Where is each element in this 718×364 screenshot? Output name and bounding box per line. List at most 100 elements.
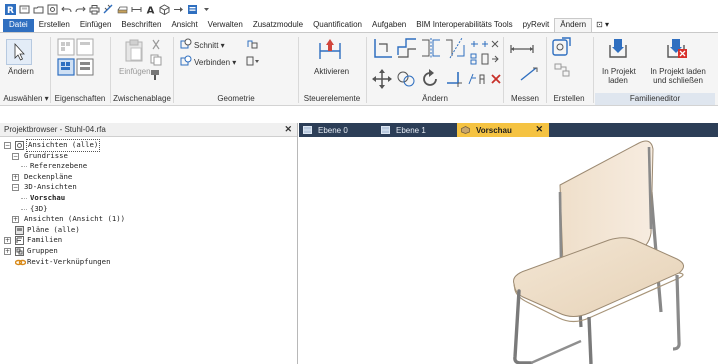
tab-aendern[interactable]: Ändern (554, 18, 593, 32)
aktivieren-button[interactable]: Aktivieren (314, 67, 349, 76)
load-into-project-icon[interactable] (608, 37, 628, 59)
mirror-pick-axis-icon[interactable] (420, 37, 442, 59)
join-geometry-icon[interactable] (180, 55, 192, 67)
tree-revit-verknuepfungen[interactable]: Revit-Verknüpfungen (0, 257, 297, 268)
activate-controls-icon[interactable] (318, 37, 342, 63)
dimension-measure-icon[interactable] (510, 43, 534, 55)
section-icon[interactable] (173, 4, 184, 15)
expand-icon[interactable]: + (12, 173, 19, 181)
save-icon[interactable] (33, 4, 44, 15)
trim-extend-icon[interactable] (444, 69, 464, 89)
cut-geometry-icon[interactable] (180, 38, 192, 50)
tab-zusatzmodule[interactable]: Zusatzmodule (248, 19, 308, 32)
scale-pin-delete-icons[interactable] (468, 73, 502, 85)
sync-icon[interactable] (47, 4, 58, 15)
doc-tab-ebene-1[interactable]: Ebene 1 (377, 123, 457, 137)
cut-icon[interactable] (150, 39, 162, 51)
tab-datei[interactable]: Datei (3, 19, 34, 32)
join-icon[interactable] (246, 38, 258, 50)
text-icon[interactable]: A (145, 4, 156, 15)
tree-ansichten-ansicht[interactable]: + Ansichten (Ansicht (1)) (0, 214, 297, 225)
tab-pyrevit[interactable]: pyRevit (518, 19, 555, 32)
tree-item-label: Vorschau (30, 192, 66, 202)
tree-grundrisse[interactable]: − Grundrisse (0, 151, 297, 162)
tab-quantification[interactable]: Quantification (308, 19, 367, 32)
tree-item-label: Grundrisse (24, 150, 68, 160)
customize-icon[interactable] (201, 4, 212, 15)
tab-bim-interoperability[interactable]: BIM Interoperabilitäts Tools (411, 19, 517, 32)
tab-erstellen[interactable]: Erstellen (34, 19, 75, 32)
sheets-icon (15, 225, 24, 235)
measure-between-icon[interactable] (520, 67, 538, 81)
tab-verwalten[interactable]: Verwalten (203, 19, 248, 32)
tab-ansicht[interactable]: Ansicht (166, 19, 202, 32)
project-browser-close-icon[interactable]: ✕ (284, 124, 292, 135)
copy-element-icon[interactable] (396, 69, 416, 89)
copy-icon[interactable] (150, 54, 162, 66)
open-icon[interactable] (19, 4, 30, 15)
tree-vorschau[interactable]: Vorschau (0, 193, 297, 204)
project-browser-tree: − Ansichten (alle) − Grundrisse Referenzeben… (0, 137, 297, 267)
switch-windows-icon[interactable] (187, 4, 198, 15)
tree-ansichten-alle[interactable]: − Ansichten (alle) (0, 139, 297, 152)
tab-aufgaben[interactable]: Aufgaben (367, 19, 411, 32)
tree-plaene-alle[interactable]: Pläne (alle) (0, 225, 297, 236)
viewport-3d[interactable] (299, 137, 718, 364)
expand-icon[interactable]: + (4, 247, 11, 255)
create-similar-icon[interactable] (552, 37, 572, 59)
split-element-icon[interactable] (470, 38, 500, 50)
zwischenablage-panel-label: Zwischenablage (113, 94, 171, 103)
aendern-button[interactable]: Ändern (8, 67, 34, 76)
family-types-icon[interactable] (56, 37, 98, 79)
rotate-icon[interactable] (420, 69, 440, 89)
collapse-icon[interactable]: − (12, 152, 19, 160)
tab-beschriften[interactable]: Beschriften (116, 19, 166, 32)
app-menu-icon[interactable]: R (5, 3, 16, 15)
tree-3d[interactable]: {3D} (0, 204, 297, 215)
doc-tab-close-icon[interactable]: ✕ (535, 124, 543, 135)
tree-gruppen[interactable]: + Gruppen (0, 246, 297, 257)
tree-3d-ansichten[interactable]: −3D-Ansichten (0, 182, 297, 193)
redo-icon[interactable] (75, 4, 86, 15)
collapse-icon[interactable]: − (12, 184, 19, 192)
familieneditor-panel-label: Familieneditor (629, 94, 681, 103)
align-icon[interactable] (372, 37, 394, 59)
split-face-icon[interactable] (246, 55, 260, 67)
dimension-icon[interactable] (131, 4, 142, 15)
expand-icon[interactable]: + (4, 237, 11, 245)
offset-icon[interactable] (396, 37, 418, 59)
einfuegen-button[interactable]: Einfügen (119, 67, 151, 76)
tab-einfuegen[interactable]: Einfügen (75, 19, 117, 32)
tree-referenzebene[interactable]: Referenzebene (0, 161, 297, 172)
doc-tab-vorschau[interactable]: Vorschau ✕ (457, 123, 549, 137)
match-properties-icon[interactable] (150, 69, 162, 81)
measure-icon[interactable] (103, 4, 114, 15)
print-icon[interactable] (89, 4, 100, 15)
tree-deckenplaene[interactable]: + Deckenpläne (0, 172, 297, 183)
wall-icon[interactable] (117, 4, 128, 15)
options-bar (0, 107, 718, 123)
tree-familien[interactable]: + Familien (0, 235, 297, 246)
load-close-label-2: und schließen (653, 76, 703, 85)
create-parts-icon[interactable] (554, 63, 572, 77)
view-3d-icon[interactable] (159, 3, 170, 15)
verbinden-button[interactable]: Verbinden ▾ (194, 58, 236, 67)
modify-arrow-icon[interactable] (6, 39, 32, 65)
move-icon[interactable] (372, 69, 392, 89)
doc-tab-ebene-0[interactable]: Ebene 0 (299, 123, 377, 137)
tab-more[interactable]: ⊡ ▾ (592, 19, 613, 32)
undo-icon[interactable] (61, 4, 72, 15)
schnitt-button[interactable]: Schnitt ▾ (194, 41, 225, 50)
paste-icon[interactable] (124, 39, 144, 63)
load-into-project-and-close-icon[interactable] (666, 37, 688, 59)
load-into-project-button[interactable]: In Projekt laden (602, 67, 636, 85)
project-browser: Projektbrowser - Stuhl-04.rfa ✕ − Ansicht… (0, 123, 298, 364)
mirror-draw-axis-icon[interactable] (444, 37, 466, 59)
floor-plan-icon (303, 126, 312, 134)
expand-icon[interactable]: + (12, 216, 19, 224)
load-into-project-and-close-button[interactable]: In Projekt laden und schließen (640, 67, 716, 85)
collapse-icon[interactable]: − (4, 142, 11, 149)
auswaehlen-panel-label[interactable]: Auswählen ▾ (2, 93, 50, 105)
array-icon[interactable] (470, 53, 500, 65)
doc-tab-label: Ebene 0 (318, 125, 348, 135)
